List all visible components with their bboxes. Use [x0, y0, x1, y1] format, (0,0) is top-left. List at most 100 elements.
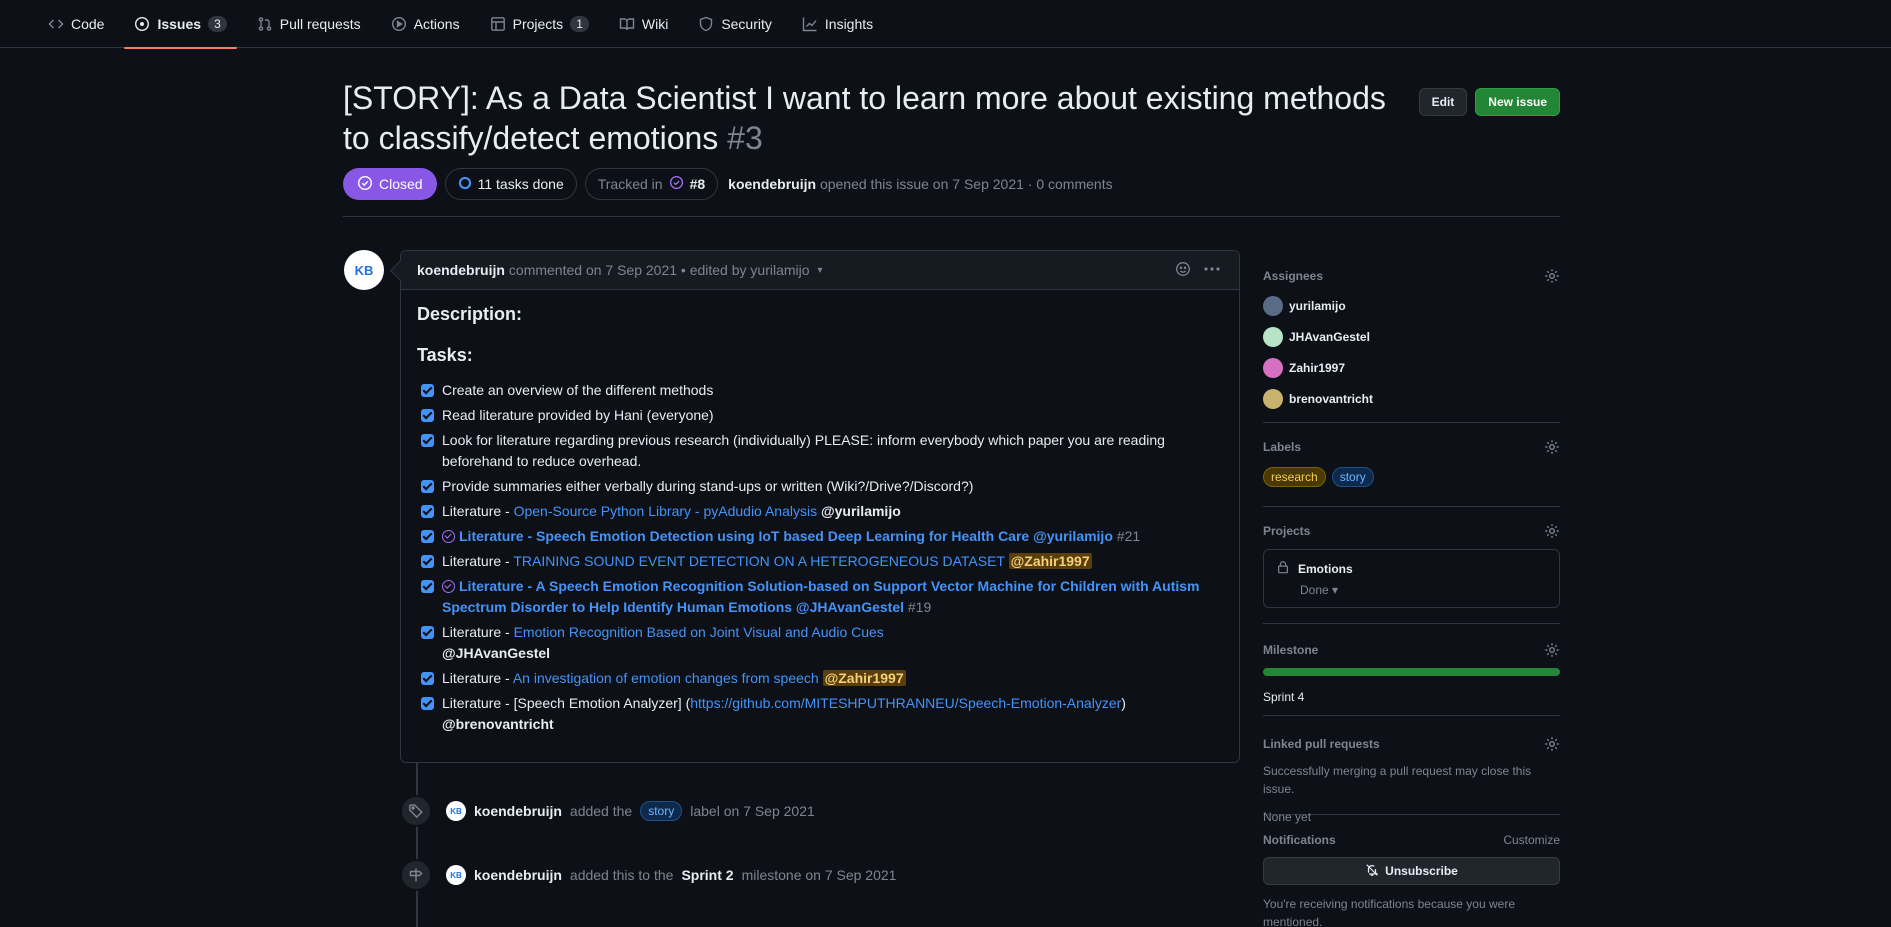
- milestone-name[interactable]: Sprint 4: [1263, 690, 1560, 704]
- tab-pull-requests[interactable]: Pull requests: [247, 0, 371, 48]
- gear-icon[interactable]: [1544, 736, 1560, 752]
- task-text: Literature - A Speech Emotion Recognitio…: [442, 576, 1212, 618]
- edit-button[interactable]: Edit: [1418, 88, 1468, 116]
- task-checkbox[interactable]: [421, 384, 434, 397]
- assignee-item[interactable]: Zahir1997: [1263, 352, 1560, 383]
- tracked-in-badge[interactable]: Tracked in #8: [584, 168, 719, 200]
- label-research[interactable]: research: [1263, 467, 1326, 487]
- projects-header[interactable]: Projects: [1263, 523, 1560, 539]
- user-mention[interactable]: @Zahir1997: [1008, 553, 1092, 569]
- issue-ref-number[interactable]: #21: [1117, 528, 1140, 544]
- opened-text: opened this issue on 7 Sep 2021 · 0 comm…: [819, 176, 1113, 192]
- task-prefix: Literature -: [442, 503, 514, 519]
- gear-icon[interactable]: [1544, 642, 1560, 658]
- tasks-done-badge[interactable]: 11 tasks done: [444, 168, 577, 200]
- task-prefix: Literature -: [442, 553, 514, 569]
- project-card[interactable]: Emotions Done ▾: [1263, 549, 1560, 608]
- user-mention[interactable]: @yurilamijo: [821, 503, 901, 519]
- assignee-item[interactable]: JHAvanGestel: [1263, 321, 1560, 352]
- unsubscribe-label: Unsubscribe: [1385, 864, 1458, 878]
- projects-title: Projects: [1263, 524, 1311, 538]
- tag-icon: [400, 795, 432, 827]
- linked-prs-header[interactable]: Linked pull requests: [1263, 736, 1560, 752]
- issue-sidebar: Assignees yurilamijo JHAvanGestel Zahir1…: [1263, 262, 1560, 927]
- label-story[interactable]: story: [1331, 467, 1374, 487]
- task-checkbox[interactable]: [421, 555, 434, 568]
- task-checkbox[interactable]: [421, 480, 434, 493]
- tab-pull-requests-label: Pull requests: [279, 16, 361, 32]
- labels-list: research story: [1263, 467, 1560, 487]
- avatar[interactable]: KB: [344, 250, 384, 290]
- avatar: [1263, 295, 1283, 316]
- task-checkbox[interactable]: [421, 580, 434, 593]
- issue-author-link[interactable]: koendebruijn: [728, 176, 816, 192]
- task-checkbox[interactable]: [421, 672, 434, 685]
- literature-link[interactable]: Emotion Recognition Based on Joint Visua…: [514, 624, 884, 640]
- labels-header[interactable]: Labels: [1263, 439, 1560, 455]
- task-checkbox[interactable]: [421, 626, 434, 639]
- tab-actions[interactable]: Actions: [381, 0, 470, 48]
- graph-icon: [802, 16, 818, 32]
- assignees-header[interactable]: Assignees: [1263, 262, 1560, 290]
- tab-issues[interactable]: Issues 3: [124, 0, 238, 49]
- issue-number: #3: [727, 120, 763, 156]
- smiley-icon[interactable]: [1175, 261, 1191, 280]
- comment-author[interactable]: koendebruijn: [417, 262, 505, 278]
- avatar[interactable]: KB: [446, 801, 466, 821]
- issue-ref-number[interactable]: #19: [908, 599, 931, 615]
- literature-link[interactable]: TRAINING SOUND EVENT DETECTION ON A HETE…: [513, 553, 1004, 569]
- tab-projects-label: Projects: [512, 16, 564, 32]
- tab-issues-label: Issues: [157, 16, 202, 32]
- tab-security-label: Security: [721, 16, 772, 32]
- task-item: Literature - TRAINING SOUND EVENT DETECT…: [417, 551, 1223, 572]
- chevron-down-icon[interactable]: ▾: [818, 265, 823, 276]
- issue-meta-row: Closed 11 tasks done Tracked in #8 koend…: [343, 168, 1113, 200]
- task-checkbox[interactable]: [421, 434, 434, 447]
- assignee-item[interactable]: brenovantricht: [1263, 383, 1560, 414]
- unsubscribe-button[interactable]: Unsubscribe: [1263, 857, 1560, 885]
- milestone-header[interactable]: Milestone: [1263, 642, 1560, 658]
- milestone-link[interactable]: Sprint 2: [681, 867, 733, 883]
- tab-code[interactable]: Code: [38, 0, 114, 48]
- event-author[interactable]: koendebruijn: [474, 867, 562, 883]
- assignee-item[interactable]: yurilamijo: [1263, 290, 1560, 321]
- git-pull-request-icon: [257, 16, 273, 32]
- project-status-dropdown[interactable]: Done ▾: [1300, 583, 1547, 597]
- user-mention[interactable]: @JHAvanGestel: [442, 645, 550, 661]
- tab-security[interactable]: Security: [688, 0, 782, 48]
- task-text: Literature - Speech Emotion Detection us…: [442, 526, 1202, 547]
- tab-wiki[interactable]: Wiki: [609, 0, 678, 48]
- notifications-header: Notifications Customize: [1263, 833, 1560, 847]
- gear-icon[interactable]: [1544, 439, 1560, 455]
- assignee-name: brenovantricht: [1289, 391, 1374, 406]
- user-mention[interactable]: @brenovantricht: [442, 716, 554, 732]
- comment-meta[interactable]: commented on 7 Sep 2021 • edited by yuri…: [509, 262, 810, 278]
- event-author[interactable]: koendebruijn: [474, 803, 562, 819]
- gear-icon[interactable]: [1544, 523, 1560, 539]
- milestone-icon: [400, 859, 432, 891]
- literature-link[interactable]: Open-Source Python Library - pyAdudio An…: [514, 503, 818, 519]
- projects-section: Projects Emotions Done ▾: [1263, 507, 1560, 624]
- label-story[interactable]: story: [640, 801, 683, 821]
- task-prefix: Literature - [Speech Emotion Analyzer] (: [442, 695, 691, 711]
- task-checkbox[interactable]: [421, 697, 434, 710]
- user-mention[interactable]: @Zahir1997: [822, 670, 906, 686]
- gear-icon[interactable]: [1544, 268, 1560, 284]
- kebab-horizontal-icon[interactable]: [1203, 261, 1221, 280]
- assignee-name: yurilamijo: [1289, 298, 1346, 313]
- tab-projects[interactable]: Projects 1: [480, 0, 599, 48]
- github-link[interactable]: https://github.com/MITESHPUTHRANNEU/Spee…: [690, 695, 1121, 711]
- tab-insights[interactable]: Insights: [792, 0, 883, 48]
- new-issue-button[interactable]: New issue: [1475, 88, 1560, 116]
- task-checkbox[interactable]: [421, 409, 434, 422]
- task-text: Literature - TRAINING SOUND EVENT DETECT…: [442, 551, 1202, 572]
- tracked-issue-link[interactable]: Literature - A Speech Emotion Recognitio…: [442, 578, 1199, 615]
- avatar[interactable]: KB: [446, 865, 466, 885]
- tracked-in-label: Tracked in: [597, 176, 663, 192]
- task-text: Look for literature regarding previous r…: [442, 432, 1165, 469]
- literature-link[interactable]: An investigation of emotion changes from…: [513, 670, 819, 686]
- task-checkbox[interactable]: [421, 505, 434, 518]
- task-checkbox[interactable]: [421, 530, 434, 543]
- tracked-issue-link[interactable]: Literature - Speech Emotion Detection us…: [459, 528, 1113, 544]
- customize-link[interactable]: Customize: [1503, 833, 1560, 847]
